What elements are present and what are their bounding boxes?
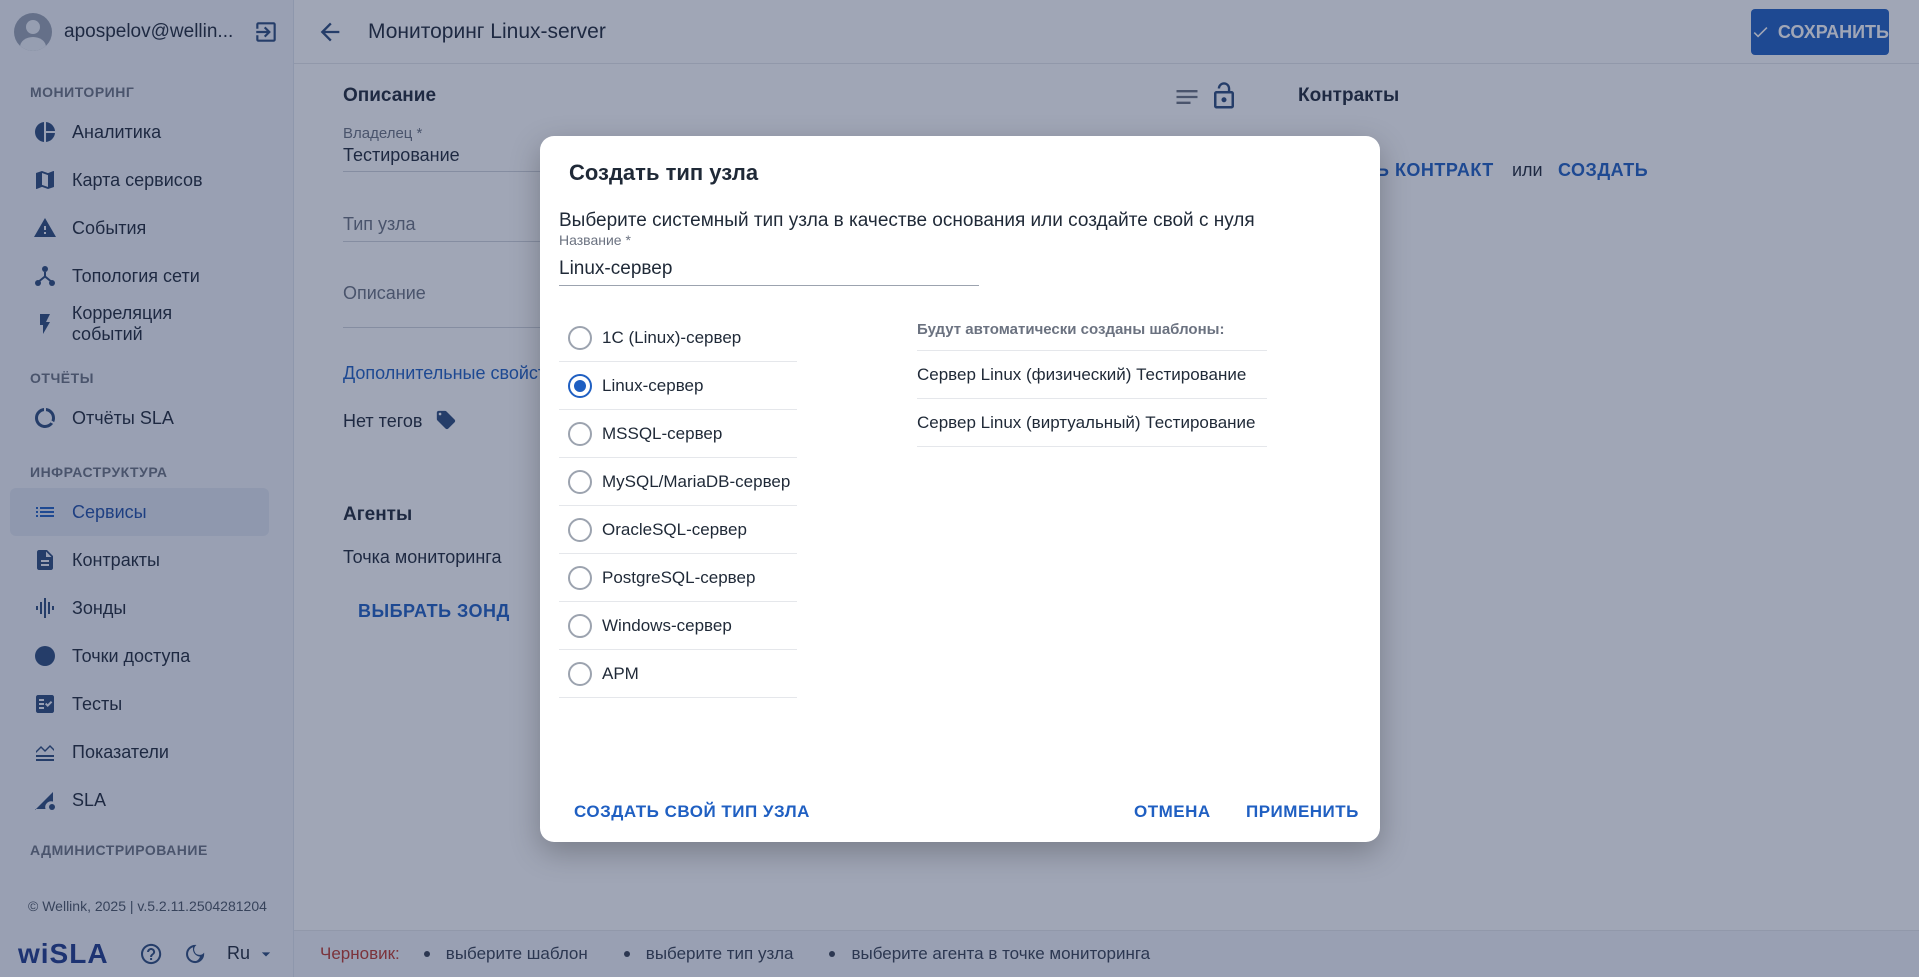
node-type-label: Linux-сервер [602, 375, 704, 395]
node-type-option[interactable]: APM [559, 650, 797, 698]
create-node-type-dialog: Создать тип узла Выберите системный тип … [540, 136, 1380, 842]
node-type-label: OracleSQL-сервер [602, 519, 747, 539]
node-type-option[interactable]: MSSQL-сервер [559, 410, 797, 458]
node-type-label: Windows-сервер [602, 615, 732, 635]
apply-button[interactable]: ПРИМЕНИТЬ [1246, 802, 1359, 822]
radio-button-checked[interactable] [568, 373, 592, 398]
node-type-option[interactable]: PostgreSQL-сервер [559, 554, 797, 602]
node-type-label: MSSQL-сервер [602, 423, 723, 443]
radio-button[interactable] [568, 613, 592, 638]
radio-button[interactable] [568, 421, 592, 446]
cancel-button[interactable]: ОТМЕНА [1134, 802, 1211, 822]
dialog-title: Создать тип узла [569, 160, 759, 185]
template-item: Сервер Linux (виртуальный) Тестирование [917, 399, 1267, 447]
radio-button[interactable] [568, 325, 592, 350]
radio-button[interactable] [568, 565, 592, 590]
node-type-label: APM [602, 663, 639, 683]
node-type-option[interactable]: 1С (Linux)-сервер [559, 314, 797, 362]
radio-button[interactable] [568, 517, 592, 542]
templates-title: Будут автоматически созданы шаблоны: [917, 321, 1267, 351]
radio-button[interactable] [568, 661, 592, 686]
node-types-list: 1С (Linux)-сервер Linux-сервер MSSQL-сер… [559, 314, 797, 698]
template-item: Сервер Linux (физический) Тестирование [917, 351, 1267, 399]
node-type-label: MySQL/MariaDB-сервер [602, 471, 791, 491]
node-type-option[interactable]: Linux-сервер [559, 362, 797, 410]
node-type-label: 1С (Linux)-сервер [602, 327, 742, 347]
create-own-type-button[interactable]: СОЗДАТЬ СВОЙ ТИП УЗЛА [574, 802, 810, 822]
radio-button[interactable] [568, 469, 592, 494]
node-type-option[interactable]: OracleSQL-сервер [559, 506, 797, 554]
name-field-label: Название * [559, 232, 631, 248]
dialog-subtitle: Выберите системный тип узла в качестве о… [559, 210, 1255, 231]
node-type-option[interactable]: Windows-сервер [559, 602, 797, 650]
node-type-option[interactable]: MySQL/MariaDB-сервер [559, 458, 797, 506]
name-input[interactable] [559, 252, 979, 286]
node-type-label: PostgreSQL-сервер [602, 567, 756, 587]
templates-panel: Будут автоматически созданы шаблоны: Сер… [917, 321, 1267, 447]
